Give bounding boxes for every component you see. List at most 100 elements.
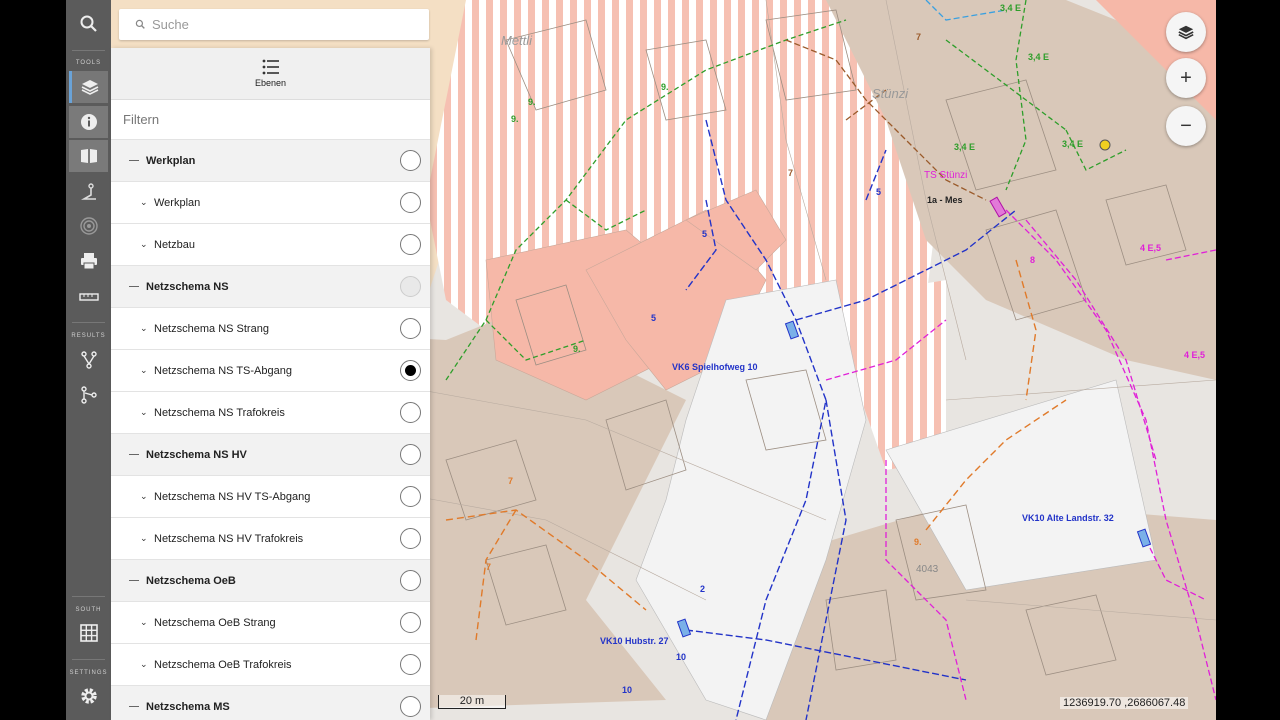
- layer-label: Werkplan: [146, 154, 196, 167]
- layer-label: Werkplan: [154, 196, 201, 209]
- layer-visibility-radio[interactable]: [400, 318, 421, 339]
- measure-icon: [80, 183, 96, 200]
- layer-group-row[interactable]: Netzschema MS: [111, 686, 430, 720]
- segment-label: 9.: [914, 537, 922, 547]
- toolbar-divider: [72, 50, 105, 51]
- toolbar-section-results: RESULTS: [71, 333, 106, 339]
- branch-tool-button[interactable]: [69, 344, 108, 376]
- layer-visibility-radio[interactable]: [400, 402, 421, 423]
- layers-panel: Ebenen Werkplan ⌄ Werkplan ⌄ Netzbau Netzsche…: [111, 48, 430, 720]
- search-input[interactable]: [152, 17, 412, 32]
- toolbar-divider: [72, 322, 105, 323]
- segment-label: 9.: [528, 97, 536, 107]
- layer-visibility-radio[interactable]: [400, 360, 421, 381]
- search-tool-button[interactable]: [69, 8, 108, 40]
- chevron-down-icon[interactable]: ⌄: [140, 533, 148, 544]
- segment-label: 3,4 E: [1000, 3, 1021, 13]
- layer-item-row[interactable]: ⌄ Werkplan: [111, 182, 430, 224]
- collapse-dash-icon[interactable]: [129, 580, 139, 581]
- layer-visibility-radio[interactable]: [400, 276, 421, 297]
- zoom-out-button[interactable]: −: [1166, 106, 1206, 146]
- chevron-down-icon[interactable]: ⌄: [140, 407, 148, 418]
- segment-label: 4 E,5: [1184, 350, 1205, 360]
- layer-label: Netzschema NS HV Trafokreis: [154, 532, 304, 545]
- station-label-vk10-hub: VK10 Hubstr. 27: [600, 636, 669, 646]
- segment-label: 7: [788, 168, 793, 178]
- layer-visibility-radio[interactable]: [400, 150, 421, 171]
- zoom-in-button[interactable]: +: [1166, 58, 1206, 98]
- print-icon: [80, 253, 97, 270]
- chevron-down-icon[interactable]: ⌄: [140, 323, 148, 334]
- collapse-dash-icon[interactable]: [129, 706, 139, 707]
- collapse-dash-icon[interactable]: [129, 286, 139, 287]
- layer-group-row[interactable]: Netzschema NS: [111, 266, 430, 308]
- book-tool-button[interactable]: [69, 140, 108, 172]
- layer-label: Netzschema OeB Trafokreis: [154, 658, 292, 671]
- search-icon: [135, 19, 145, 29]
- toolbar-section-south: SOUTH: [75, 607, 102, 613]
- chevron-down-icon[interactable]: ⌄: [140, 617, 148, 628]
- place-label-stuenzi: Stünzi: [872, 86, 909, 101]
- segment-label: 7: [486, 562, 491, 572]
- layer-group-row[interactable]: Werkplan: [111, 140, 430, 182]
- parcel-number-4043: 4043: [916, 564, 939, 575]
- layer-group-row[interactable]: Netzschema NS HV: [111, 434, 430, 476]
- grid-tool-button[interactable]: [69, 617, 108, 649]
- left-toolbar: TOOLS RESULTS SOUTH SETTINGS: [66, 0, 111, 720]
- target-tool-button[interactable]: [69, 210, 108, 242]
- layer-visibility-radio[interactable]: [400, 696, 421, 717]
- layer-group-row[interactable]: Netzschema OeB: [111, 560, 430, 602]
- layers-tool-button[interactable]: [69, 71, 108, 103]
- segment-label: 9.: [573, 344, 581, 354]
- layer-label: Netzbau: [154, 238, 195, 251]
- layer-item-row[interactable]: ⌄ Netzschema NS TS-Abgang: [111, 350, 430, 392]
- layer-item-row[interactable]: ⌄ Netzschema NS Trafokreis: [111, 392, 430, 434]
- segment-label: 10: [622, 685, 632, 695]
- layer-item-row[interactable]: ⌄ Netzbau: [111, 224, 430, 266]
- chevron-down-icon[interactable]: ⌄: [140, 239, 148, 250]
- layer-item-row[interactable]: ⌄ Netzschema NS HV Trafokreis: [111, 518, 430, 560]
- layer-visibility-radio[interactable]: [400, 612, 421, 633]
- collapse-dash-icon[interactable]: [129, 454, 139, 455]
- smiley-marker[interactable]: [1099, 139, 1111, 151]
- layer-visibility-radio[interactable]: [400, 570, 421, 591]
- info-icon: [80, 114, 97, 130]
- print-tool-button[interactable]: [69, 245, 108, 277]
- route-icon: [80, 386, 97, 404]
- layer-label: Netzschema OeB: [146, 574, 236, 587]
- layer-switcher-button[interactable]: [1166, 12, 1206, 52]
- ruler-tool-button[interactable]: [69, 281, 108, 313]
- info-tool-button[interactable]: [69, 106, 108, 138]
- collapse-dash-icon[interactable]: [129, 160, 139, 161]
- ruler-icon: [78, 293, 99, 301]
- branch-icon: [80, 351, 97, 369]
- station-label-mes: 1a - Mes: [927, 195, 963, 205]
- toolbar-divider: [72, 596, 105, 597]
- layer-item-row[interactable]: ⌄ Netzschema OeB Strang: [111, 602, 430, 644]
- layer-item-row[interactable]: ⌄ Netzschema OeB Trafokreis: [111, 644, 430, 686]
- layer-visibility-radio[interactable]: [400, 192, 421, 213]
- chevron-down-icon[interactable]: ⌄: [140, 491, 148, 502]
- layer-item-row[interactable]: ⌄ Netzschema NS Strang: [111, 308, 430, 350]
- layer-label: Netzschema OeB Strang: [154, 616, 276, 629]
- layer-visibility-radio[interactable]: [400, 234, 421, 255]
- layer-visibility-radio[interactable]: [400, 486, 421, 507]
- route-tool-button[interactable]: [69, 379, 108, 411]
- chevron-down-icon[interactable]: ⌄: [140, 365, 148, 376]
- layer-item-row[interactable]: ⌄ Netzschema NS HV TS-Abgang: [111, 476, 430, 518]
- segment-label: 2: [700, 584, 705, 594]
- layer-filter-input[interactable]: [123, 112, 403, 127]
- layer-label: Netzschema NS Strang: [154, 322, 269, 335]
- chevron-down-icon[interactable]: ⌄: [140, 197, 148, 208]
- toolbar-section-settings: SETTINGS: [69, 670, 108, 676]
- settings-tool-button[interactable]: [69, 680, 108, 712]
- layer-visibility-radio[interactable]: [400, 444, 421, 465]
- layers-icon: [1178, 25, 1194, 40]
- layers-panel-header[interactable]: Ebenen: [111, 48, 430, 100]
- toolbar-divider: [72, 659, 105, 660]
- layer-visibility-radio[interactable]: [400, 654, 421, 675]
- layer-visibility-radio[interactable]: [400, 528, 421, 549]
- measure-tool-button[interactable]: [69, 176, 108, 208]
- segment-label: 5: [876, 187, 881, 197]
- chevron-down-icon[interactable]: ⌄: [140, 659, 148, 670]
